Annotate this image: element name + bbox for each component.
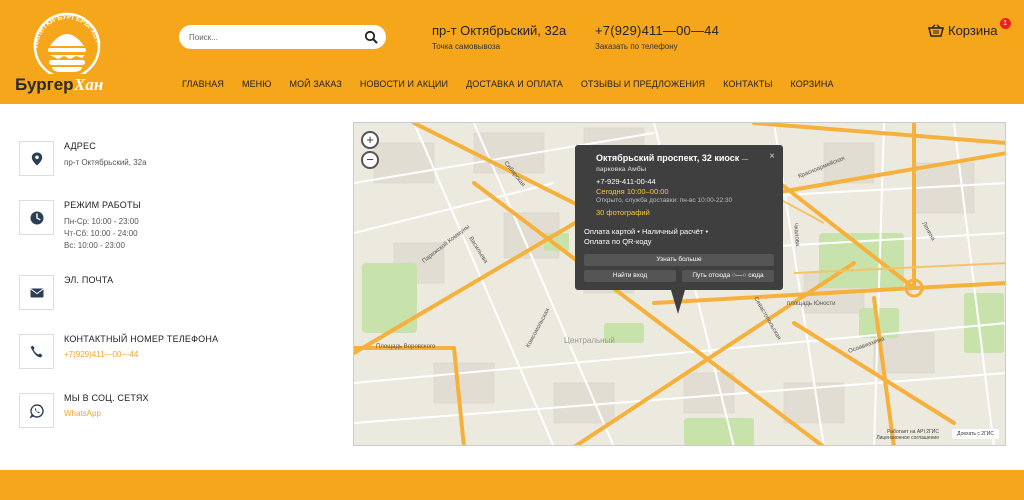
search-input[interactable] — [189, 32, 364, 42]
map-popup: × Октябрьский проспект, 32 киоск — парко… — [575, 145, 783, 314]
nav-item-contacts[interactable]: Контакты — [723, 79, 772, 89]
popup-route-button[interactable]: Путь отсюда ○—○ сюда — [682, 270, 774, 282]
hours-line: Чт-Сб: 10:00 - 24:00 — [64, 229, 138, 238]
contacts-list: Адрес пр-т Октябрьский, 32а Режим работы… — [19, 141, 329, 452]
zoom-out-button[interactable]: − — [361, 151, 379, 169]
contact-hours: Режим работы Пн-Ср: 10:00 - 23:00 Чт-Сб:… — [19, 200, 329, 275]
popup-photos-link[interactable]: 30 фотографий — [596, 208, 774, 217]
header-address-main: пр-т Октябрьский, 32а — [432, 23, 567, 38]
contact-email: Эл. почта — [19, 275, 329, 334]
contact-title: Эл. почта — [64, 275, 114, 285]
popup-hours-today: Сегодня 10:00–00:00 — [596, 187, 669, 196]
nav-item-news[interactable]: Новости и акции — [360, 79, 448, 89]
open-in-2gis-button[interactable]: Доехать с 2ГИС — [952, 429, 999, 439]
contact-icon-box — [19, 334, 54, 369]
header-phone: +7(929)411—00—44 Заказать по телефону — [595, 23, 719, 51]
hours-line: Пн-Ср: 10:00 - 23:00 — [64, 217, 139, 226]
cart-count-badge: 1 — [999, 18, 1011, 29]
popup-title: Октябрьский проспект, 32 киоск — парковк… — [596, 153, 774, 173]
contact-icon-box — [19, 393, 54, 428]
logo-word-left: Бургер — [15, 75, 74, 94]
map-license[interactable]: Лицензионное соглашение — [876, 435, 939, 441]
cart-button[interactable]: Корзина 1 — [928, 18, 1011, 38]
map-label-square-youth: площадь Юности — [787, 301, 836, 307]
logo-word-right: Хан — [73, 75, 103, 94]
contact-title: Мы в соц. сетях — [64, 393, 149, 403]
header-phone-number[interactable]: +7(929)411—00—44 — [595, 23, 719, 38]
burger-logo-icon: НАПИТКИ·БУРГЕРЫ·ХОТ-ДОГИ Бургер Хан — [9, 3, 112, 94]
contact-phone-link[interactable]: +7(929)411—00—44 — [64, 350, 218, 359]
contact-title: Контактный номер телефона — [64, 334, 219, 344]
popup-find-entrance-button[interactable]: Найти вход — [584, 270, 676, 282]
header-address: пр-т Октябрьский, 32а Точка самовывоза — [432, 23, 566, 51]
main-nav: Главная Меню Мой заказ Новости и акции Д… — [182, 79, 852, 89]
map-label-square-vorovsky: Площадь Воровского — [376, 344, 436, 350]
whatsapp-link[interactable]: WhatsApp — [64, 409, 149, 418]
contact-phone: Контактный номер телефона +7(929)411—00—… — [19, 334, 329, 393]
nav-item-home[interactable]: Главная — [182, 79, 224, 89]
contact-address: Адрес пр-т Октябрьский, 32а — [19, 141, 329, 200]
contact-text: Пн-Ср: 10:00 - 23:00 Чт-Сб: 10:00 - 24:0… — [64, 216, 141, 252]
nav-item-menu[interactable]: Меню — [242, 79, 272, 89]
popup-actions: Найти вход Путь отсюда ○—○ сюда — [584, 270, 774, 282]
basket-icon — [928, 24, 944, 37]
popup-payment-line: Оплата по QR-коду — [584, 237, 652, 246]
popup-payment: Оплата картой • Наличный расчёт • Оплата… — [584, 227, 774, 247]
header-phone-sub: Заказать по телефону — [595, 42, 678, 51]
whatsapp-icon — [29, 403, 44, 418]
contact-icon-box — [19, 275, 54, 310]
contact-social: Мы в соц. сетях WhatsApp — [19, 393, 329, 452]
popup-title-text: Октябрьский проспект, 32 киоск — [596, 153, 740, 163]
contact-title: Адрес — [64, 141, 96, 151]
popup-route-to: сюда — [748, 272, 764, 279]
cart-label: Корзина — [948, 23, 998, 38]
hours-line: Вс: 10:00 - 23:00 — [64, 241, 125, 250]
popup-route-from: Путь отсюда — [692, 272, 731, 279]
search-box — [179, 25, 386, 49]
site-header: НАПИТКИ·БУРГЕРЫ·ХОТ-ДОГИ Бургер Хан пр-т… — [0, 0, 1024, 104]
contact-title: Режим работы — [64, 200, 141, 210]
nav-item-delivery[interactable]: Доставка и оплата — [466, 79, 563, 89]
search-icon[interactable] — [364, 30, 378, 44]
nav-item-cart[interactable]: Корзина — [791, 79, 834, 89]
envelope-icon — [30, 288, 43, 297]
popup-delivery-note: Открыто, служба доставки: пн-вс 10:00-22… — [596, 197, 733, 204]
brand-logo[interactable]: НАПИТКИ·БУРГЕРЫ·ХОТ-ДОГИ Бургер Хан — [9, 3, 114, 100]
contact-text: пр-т Октябрьский, 32а — [64, 158, 147, 167]
location-pin-icon — [31, 152, 42, 165]
popup-close-button[interactable]: × — [769, 151, 775, 162]
popup-more-button[interactable]: Узнать больше — [584, 254, 774, 266]
clock-icon — [30, 211, 43, 224]
zoom-in-button[interactable]: + — [361, 131, 379, 149]
route-connector-icon: ○—○ — [732, 272, 749, 279]
header-address-sub: Точка самовывоза — [432, 42, 501, 51]
map-label-center: Центральный — [564, 336, 615, 345]
contact-icon-box — [19, 141, 54, 176]
nav-item-my-order[interactable]: Мой заказ — [289, 79, 341, 89]
popup-payment-line: Оплата картой • Наличный расчёт • — [584, 227, 709, 236]
contact-icon-box — [19, 200, 54, 235]
site-footer — [0, 470, 1024, 500]
nav-item-reviews[interactable]: Отзывы и предложения — [581, 79, 705, 89]
popup-phone[interactable]: +7-929-411-00-44 — [596, 177, 774, 186]
phone-icon — [30, 345, 43, 358]
